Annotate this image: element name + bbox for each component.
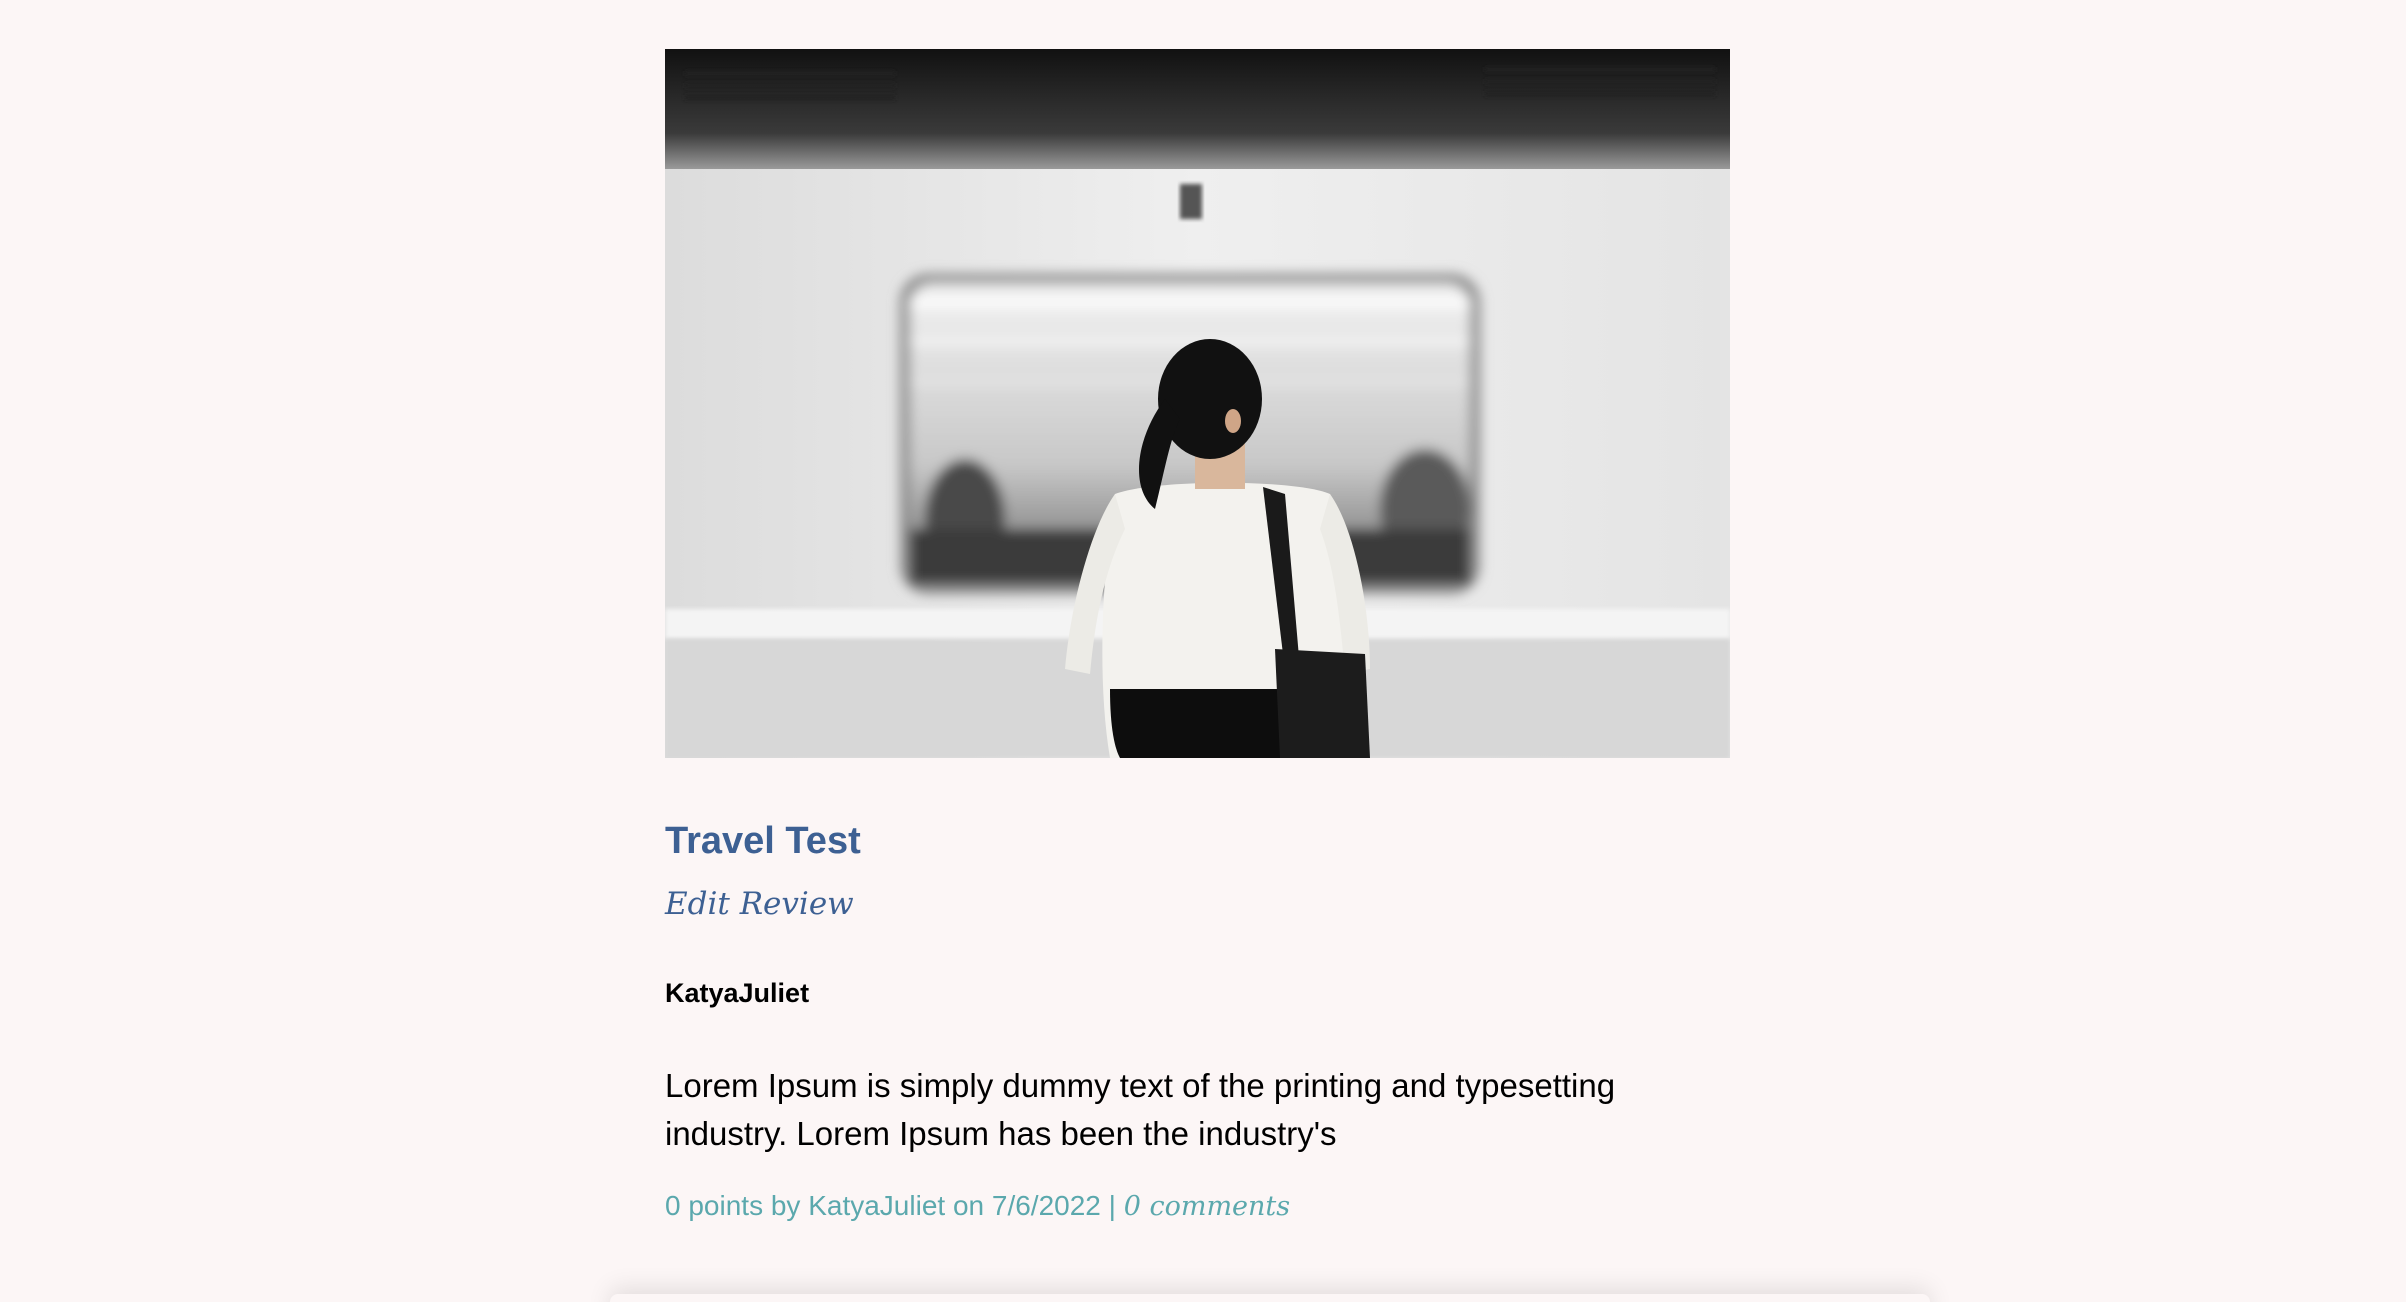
post-author: KatyaJuliet <box>665 978 810 1008</box>
edit-review-link[interactable]: Edit Review <box>665 884 854 924</box>
woman-at-subway-photo-icon <box>665 49 1730 758</box>
meta-separator: | <box>1108 1190 1116 1221</box>
next-post-card <box>610 1294 1930 1302</box>
post-meta: 0 points by KatyaJuliet on 7/6/2022 | 0 … <box>665 1188 1730 1225</box>
post-card: Travel Test Edit Review KatyaJuliet Lore… <box>665 49 1730 1225</box>
points-byline: 0 points by KatyaJuliet on 7/6/2022 <box>665 1190 1101 1221</box>
comments-link[interactable]: 0 comments <box>1124 1191 1290 1222</box>
post-image[interactable] <box>665 49 1730 758</box>
post-body: Lorem Ipsum is simply dummy text of the … <box>665 1067 1616 1152</box>
post-title[interactable]: Travel Test <box>665 818 861 864</box>
